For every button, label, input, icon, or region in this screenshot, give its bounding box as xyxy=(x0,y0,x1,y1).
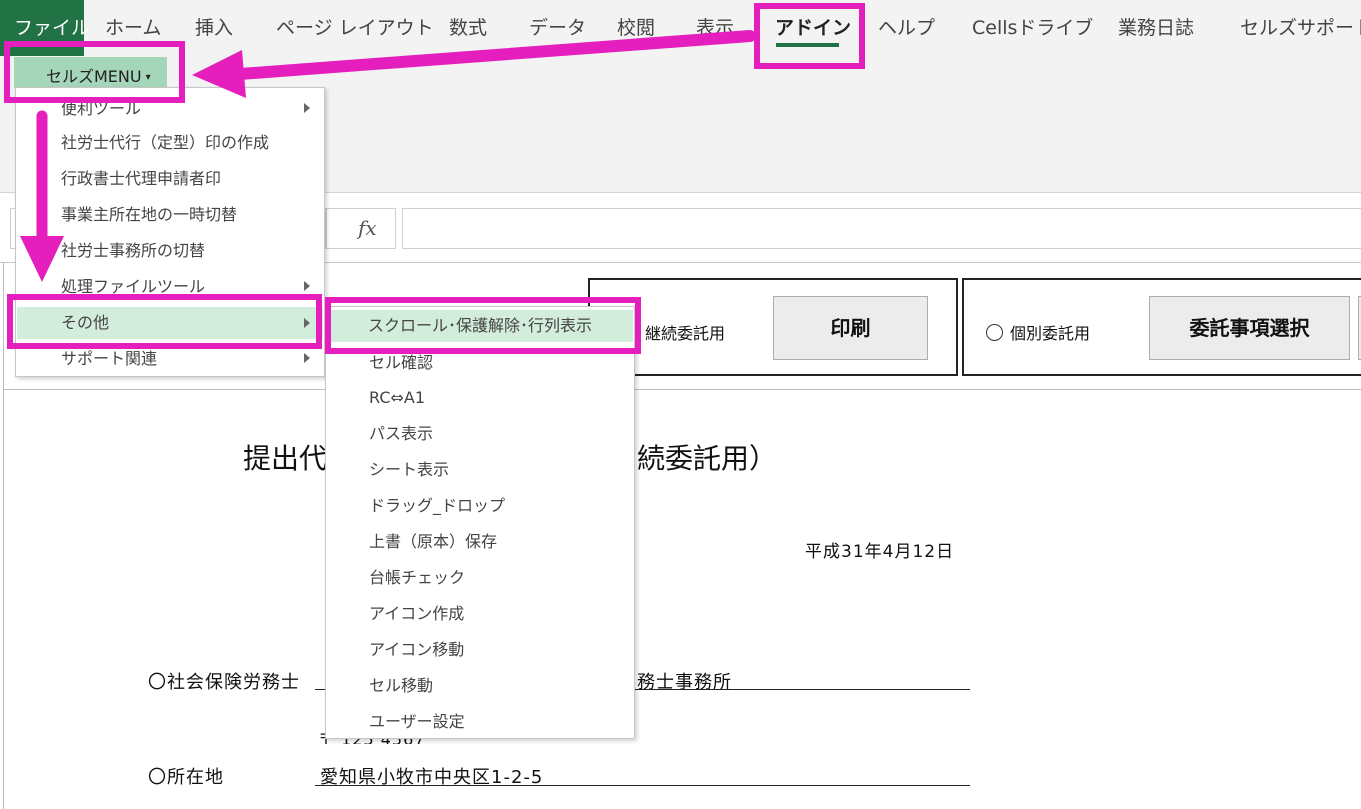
menu-item-temp-location-switch[interactable]: 事業主所在地の一時切替 xyxy=(61,205,237,225)
continuous-label: 継続委託用 xyxy=(645,324,726,343)
submenu-item-cell-move[interactable]: セル移動 xyxy=(369,676,433,696)
submenu-arrow-icon xyxy=(304,353,310,363)
submenu-item-path-display[interactable]: パス表示 xyxy=(369,424,433,444)
submenu-item-ledger-check[interactable]: 台帳チェック xyxy=(369,568,465,588)
tab-insert[interactable]: 挿入 xyxy=(195,16,233,40)
office-label: 〇社会保険労務士 xyxy=(148,672,300,693)
select-items-button[interactable]: 委託事項選択 xyxy=(1149,296,1350,360)
tab-cells-support[interactable]: セルズサポート xyxy=(1240,16,1361,40)
submenu-item-overwrite-save[interactable]: 上書（原本）保存 xyxy=(369,532,497,552)
submenu-item-rc-a1[interactable]: RC⇔A1 xyxy=(369,388,425,408)
menu-item-office-switch[interactable]: 社労士事務所の切替 xyxy=(61,241,205,261)
doc-title-left: 提出代 xyxy=(243,442,328,475)
address-underline xyxy=(315,785,970,786)
submenu-item-user-settings[interactable]: ユーザー設定 xyxy=(369,712,465,732)
submenu-arrow-icon xyxy=(304,281,310,291)
tab-cells-drive[interactable]: Cellsドライブ xyxy=(972,16,1093,40)
office-value: 務士事務所 xyxy=(637,672,732,693)
submenu-item-icon-create[interactable]: アイコン作成 xyxy=(369,604,464,624)
other-submenu: スクロール･保護解除･行列表示 セル確認 RC⇔A1 パス表示 シート表示 ドラ… xyxy=(325,306,635,739)
highlight-scroll-item xyxy=(325,297,641,354)
menu-item-support[interactable]: サポート関連 xyxy=(61,349,157,369)
submenu-item-icon-move[interactable]: アイコン移動 xyxy=(369,640,464,660)
doc-title-right: 続委託用） xyxy=(637,442,778,475)
submenu-item-cell-check[interactable]: セル確認 xyxy=(369,353,433,373)
highlight-cells-menu xyxy=(4,41,185,103)
formula-input[interactable] xyxy=(402,208,1361,249)
radio-button-icon[interactable] xyxy=(986,324,1003,341)
tab-data[interactable]: データ xyxy=(529,16,586,40)
submenu-item-drag-drop[interactable]: ドラッグ_ドロップ xyxy=(369,496,505,516)
tab-formulas[interactable]: 数式 xyxy=(449,16,487,40)
print-button[interactable]: 印刷 xyxy=(773,296,928,360)
highlight-other-item xyxy=(7,294,322,349)
doc-date: 平成31年4月12日 xyxy=(805,542,955,562)
menu-item-gyoseishoshi-stamp[interactable]: 行政書士代理申請者印 xyxy=(61,169,221,189)
highlight-addins-tab xyxy=(754,3,865,69)
tab-view[interactable]: 表示 xyxy=(696,16,734,40)
submenu-arrow-icon xyxy=(304,103,310,113)
tab-home[interactable]: ホーム xyxy=(105,16,161,40)
individual-label: 個別委託用 xyxy=(1010,324,1091,343)
individual-option[interactable]: 個別委託用 xyxy=(986,320,1090,344)
address-label: 〇所在地 xyxy=(148,767,224,788)
tab-page-layout[interactable]: ページ レイアウト xyxy=(276,16,434,40)
sheet-divider xyxy=(3,389,1361,390)
insert-function-icon[interactable]: fx xyxy=(358,216,377,240)
tab-business-diary[interactable]: 業務日誌 xyxy=(1118,16,1194,40)
menu-item-sharoushi-stamp[interactable]: 社労士代行（定型）印の作成 xyxy=(61,133,269,153)
sheet-border-left xyxy=(3,262,4,809)
ribbon-tab-bar: ファイル ホーム 挿入 ページ レイアウト 数式 データ 校閲 表示 アドイン … xyxy=(0,0,1361,56)
submenu-item-sheet-display[interactable]: シート表示 xyxy=(369,460,449,480)
tab-help[interactable]: ヘルプ xyxy=(878,16,935,40)
tab-review[interactable]: 校閲 xyxy=(617,16,655,40)
